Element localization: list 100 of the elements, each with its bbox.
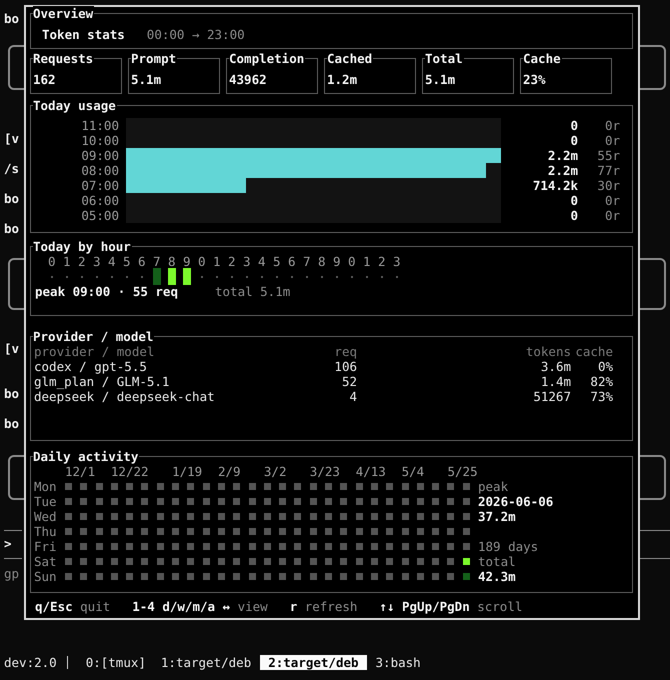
table-cell-text: codex / gpt-5.5	[34, 359, 148, 374]
table-cell-text: 82%	[589, 374, 613, 389]
token-count: 0	[569, 193, 578, 208]
request-count: 0r	[604, 208, 620, 223]
token-count: 2.2m	[546, 148, 578, 163]
summary-text: 2026-06-06	[478, 494, 554, 509]
table-cell-text: 106	[333, 359, 357, 374]
column-header: provider / model	[34, 344, 156, 359]
hour-digit: 7	[153, 254, 161, 269]
key-action: scroll	[477, 599, 522, 614]
hour-digit: 4	[258, 254, 266, 269]
hour-digit: 3	[393, 254, 401, 269]
panel-title: Today by hour	[33, 239, 132, 254]
weekday-label: Tue	[34, 494, 58, 509]
hour-digit: 1	[363, 254, 371, 269]
key-action: refresh	[304, 599, 358, 614]
stat-value: 5.1m	[425, 72, 456, 87]
hour-digit: 5	[273, 254, 281, 269]
hour-digit: 6	[288, 254, 296, 269]
stat-value: 23%	[523, 72, 546, 87]
terminal-text: /s	[4, 161, 20, 176]
date-label: 12/1	[65, 464, 96, 479]
terminal-text: [v	[4, 341, 20, 356]
date-label: 12/22	[110, 464, 149, 479]
window-tab[interactable]: 1:target/deb	[154, 655, 258, 670]
column-header: tokens	[524, 344, 571, 359]
hour-digit: 5	[123, 254, 131, 269]
request-count: 0r	[604, 118, 620, 133]
weekday-label: Fri	[34, 539, 58, 554]
key-hint: r	[290, 599, 298, 614]
table-cell-text: 0%	[596, 359, 613, 374]
panel-title: Total	[425, 51, 464, 66]
total-summary: total 5.1m	[215, 284, 290, 299]
terminal-text: >	[4, 536, 12, 551]
weekday-label: Wed	[34, 509, 58, 524]
panel-title: Prompt	[131, 51, 178, 66]
hour-label: 09:00	[80, 148, 120, 163]
summary-text: total	[478, 554, 516, 569]
table-cell-text: deepseek / deepseek-chat	[34, 389, 216, 404]
weekday-label: Thu	[34, 524, 58, 539]
column-header: cache	[574, 344, 613, 359]
request-count: 55r	[596, 148, 620, 163]
weekday-label: Mon	[34, 479, 58, 494]
date-label: 5/4	[402, 464, 424, 479]
weekday-label: Sat	[34, 554, 58, 569]
key-action: view	[238, 599, 268, 614]
request-count: 0r	[604, 193, 620, 208]
date-label: 4/13	[356, 464, 386, 479]
hour-digit: 3	[93, 254, 101, 269]
request-count: 0r	[604, 133, 620, 148]
session-name: dev:2.0	[4, 656, 68, 669]
panel-title: Today usage	[33, 98, 117, 113]
terminal-text: gp	[4, 566, 20, 581]
request-count: 30r	[596, 178, 620, 193]
hour-digit: 1	[213, 254, 221, 269]
hour-digit: 2	[228, 254, 236, 269]
summary-text: 37.2m	[478, 509, 516, 524]
panel-title: Overview	[33, 6, 94, 21]
key-hint: ↑↓ PgUp/PgDn	[379, 599, 470, 614]
terminal-text: [v	[4, 131, 20, 146]
table-cell-text: 3.6m	[540, 359, 571, 374]
table-cell-text: 73%	[589, 389, 613, 404]
panel-title: Cached	[327, 51, 374, 66]
hour-digit: 8	[168, 254, 176, 269]
token-count: 2.2m	[546, 163, 578, 178]
window-tab[interactable]: 2:target/deb	[260, 655, 367, 670]
hour-label: 11:00	[80, 118, 120, 133]
hour-digit: 0	[198, 254, 206, 269]
stat-value: 43962	[229, 72, 267, 87]
terminal-text: bo	[4, 11, 20, 26]
hour-digit: 7	[303, 254, 311, 269]
panel-title: Requests	[33, 51, 94, 66]
token-count: 714.2k	[532, 178, 578, 193]
hour-digit: 9	[183, 254, 191, 269]
hour-digit: 0	[48, 254, 56, 269]
token-count: 0	[569, 208, 578, 223]
panel-title: Daily activity	[33, 449, 140, 464]
terminal-text: bo	[4, 416, 20, 431]
token-count: 0	[569, 133, 578, 148]
key-hint: 1-4 d/w/m/a ↔	[132, 599, 230, 614]
summary-text: 189 days	[478, 539, 538, 554]
date-label: 1/19	[172, 464, 202, 479]
key-hint: q/Esc	[35, 599, 73, 614]
hour-digit: 9	[333, 254, 341, 269]
panel-title: Completion	[229, 51, 306, 66]
date-label: 3/2	[264, 464, 286, 479]
table-cell-text: 51267	[532, 389, 571, 404]
terminal-text: bo	[4, 191, 20, 206]
token-count: 0	[569, 118, 578, 133]
date-label: 5/25	[448, 464, 478, 479]
key-action: quit	[80, 599, 110, 614]
window-tab[interactable]: 0:[tmux]	[80, 655, 152, 670]
terminal-text: bo	[4, 386, 20, 401]
peak-summary: peak 09:00 · 55 req	[35, 284, 178, 299]
stat-value: 5.1m	[131, 72, 162, 87]
hour-label: 07:00	[80, 178, 120, 193]
hour-digit: 4	[108, 254, 116, 269]
hour-digit: 2	[378, 254, 386, 269]
panel-title: Cache	[523, 51, 562, 66]
window-tab[interactable]: 3:bash	[370, 655, 427, 670]
